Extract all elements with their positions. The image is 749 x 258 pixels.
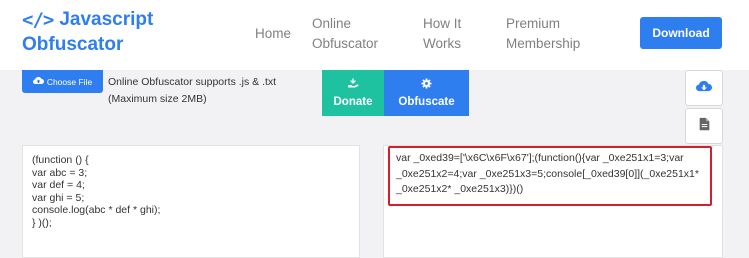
obfuscate-label: Obfuscate	[398, 96, 455, 108]
hand-donate-icon	[347, 78, 359, 92]
code-line: (function () {	[32, 154, 89, 166]
output-code-line: _0xe251x2=4;var _0xe251x3=5;console[_0xe…	[396, 168, 699, 180]
nav-online-obfuscator-link[interactable]: Online Obfuscator	[312, 14, 378, 54]
brand-name-line1: Javascript	[59, 9, 154, 30]
code-line: console.log(abc * def * ghi);	[32, 204, 161, 216]
donate-label: Donate	[333, 96, 373, 108]
nav-premium-membership-link[interactable]: Premium Membership	[506, 14, 580, 54]
nav-premium-label-line2: Membership	[506, 36, 581, 51]
output-code-line: var _0xed39=['\x6C\x6F\x67'];(function()…	[396, 152, 684, 164]
code-line: var def = 4;	[32, 179, 85, 191]
nav-how-label-line2: Works	[423, 36, 462, 51]
code-brackets-icon: </>	[22, 9, 54, 31]
upload-note: Online Obfuscator supports .js & .txt (M…	[108, 74, 276, 108]
nav-home-label: Home	[255, 26, 292, 41]
brand-name-line2: Obfuscator	[22, 34, 124, 55]
nav-premium-label-line1: Premium	[506, 16, 561, 31]
choose-file-button[interactable]: Choose File	[22, 70, 103, 93]
brand-logo[interactable]: </> Javascript Obfuscator	[22, 7, 153, 56]
download-output-button[interactable]	[685, 70, 723, 106]
nav-online-label-line2: Obfuscator	[312, 36, 379, 51]
code-line: } )();	[32, 216, 52, 229]
gear-icon	[421, 78, 432, 92]
obfuscate-button[interactable]: Obfuscate	[384, 70, 469, 116]
upload-note-line1: Online Obfuscator supports .js & .txt	[108, 76, 277, 88]
cloud-download-icon	[695, 79, 712, 97]
choose-file-label: Choose File	[46, 76, 93, 87]
file-icon	[699, 117, 710, 136]
cloud-upload-icon	[32, 76, 44, 87]
save-file-button[interactable]	[685, 108, 723, 144]
code-line: var ghi = 5;	[32, 191, 85, 204]
nav-how-label-line1: How It	[423, 16, 462, 31]
code-line: var abc = 3;	[32, 166, 88, 179]
download-button[interactable]: Download	[640, 17, 722, 49]
nav-online-label-line1: Online	[312, 16, 352, 31]
nav-how-it-works-link[interactable]: How It Works	[423, 14, 461, 54]
navbar: </> Javascript Obfuscator Home Online Ob…	[0, 0, 749, 70]
upload-note-line2: (Maximum size 2MB)	[108, 93, 207, 105]
nav-home-link[interactable]: Home	[255, 24, 291, 44]
output-code-line: _0xe251x2* _0xe251x3)})()	[396, 183, 524, 195]
donate-button[interactable]: Donate	[322, 70, 384, 116]
input-code-editor[interactable]: (function () { var abc = 3; var def = 4;…	[22, 145, 360, 258]
